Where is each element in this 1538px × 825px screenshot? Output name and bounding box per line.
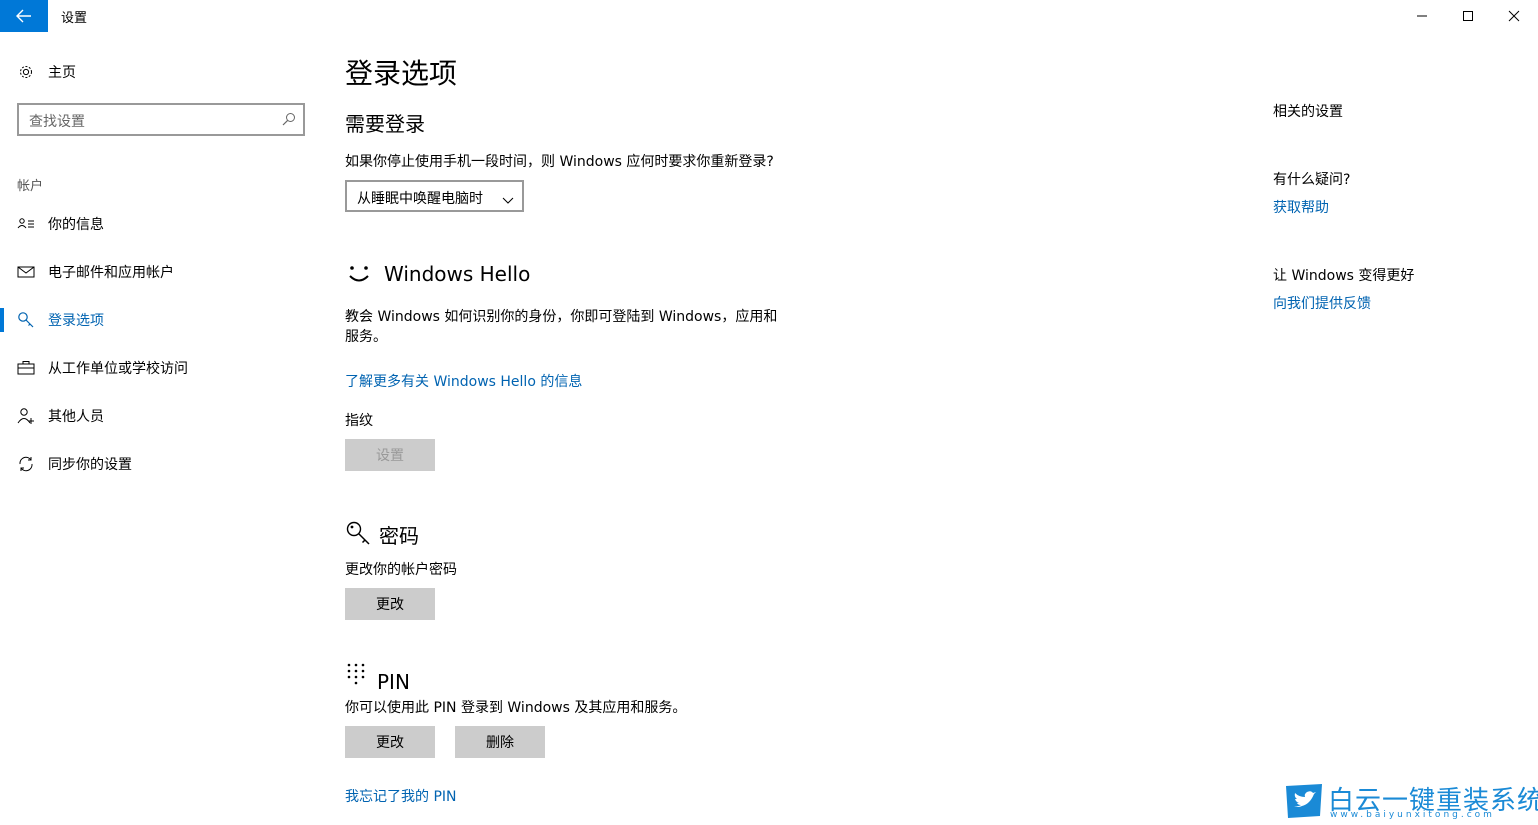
maximize-icon (1463, 11, 1473, 21)
sidebar-item-label: 从工作单位或学校访问 (48, 361, 188, 377)
improve-windows-heading: 让 Windows 变得更好 (1273, 268, 1415, 284)
chevron-down-icon (502, 190, 514, 209)
keypad-icon (347, 663, 367, 689)
sidebar-item-label: 你的信息 (48, 217, 104, 233)
person-card-icon (17, 215, 35, 233)
arrow-left-icon (16, 9, 31, 23)
pin-description: 你可以使用此 PIN 登录到 Windows 及其应用和服务。 (345, 700, 687, 716)
hello-heading: Windows Hello (384, 262, 531, 286)
sync-icon (17, 455, 35, 473)
require-signin-heading: 需要登录 (345, 112, 425, 136)
maximize-button[interactable] (1445, 0, 1491, 32)
watermark-logo: 白云一键重装系统 www.baiyunxitong.com (1284, 780, 1538, 822)
minimize-button[interactable] (1399, 0, 1445, 32)
sidebar-item-sync[interactable]: 同步你的设置 (0, 444, 320, 484)
window-title: 设置 (61, 11, 88, 26)
pin-heading: PIN (377, 670, 410, 694)
back-button[interactable] (0, 0, 48, 32)
sidebar-item-label: 登录选项 (48, 313, 104, 329)
gear-icon (17, 63, 35, 81)
sidebar-item-label: 电子邮件和应用帐户 (48, 265, 174, 281)
require-signin-dropdown[interactable]: 从睡眠中唤醒电脑时 (345, 180, 524, 212)
password-heading: 密码 (379, 524, 419, 548)
hello-learn-more-link[interactable]: 了解更多有关 Windows Hello 的信息 (345, 371, 582, 391)
search-input[interactable]: 查找设置 (17, 103, 305, 136)
sidebar-item-your-info[interactable]: 你的信息 (0, 204, 320, 244)
feedback-link[interactable]: 向我们提供反馈 (1273, 293, 1371, 313)
password-key-icon (345, 520, 371, 550)
get-help-link[interactable]: 获取帮助 (1273, 197, 1329, 217)
title-bar: 设置 (0, 0, 1538, 32)
sidebar-item-label: 同步你的设置 (48, 457, 132, 473)
watermark-subtitle: www.baiyunxitong.com (1330, 810, 1495, 820)
page-title: 登录选项 (345, 57, 458, 90)
active-indicator (0, 308, 4, 332)
password-change-button[interactable]: 更改 (345, 588, 435, 620)
key-icon (17, 311, 35, 329)
sidebar-group-label: 帐户 (17, 179, 44, 194)
minimize-icon (1417, 15, 1427, 17)
close-button[interactable] (1491, 0, 1537, 32)
pin-change-button[interactable]: 更改 (345, 726, 435, 758)
smiley-icon (345, 262, 373, 290)
sidebar-item-work-school[interactable]: 从工作单位或学校访问 (0, 348, 320, 388)
dropdown-value: 从睡眠中唤醒电脑时 (357, 191, 483, 207)
fingerprint-label: 指纹 (345, 413, 373, 429)
fingerprint-setup-button[interactable]: 设置 (345, 439, 435, 471)
sidebar-home[interactable]: 主页 (0, 52, 320, 92)
search-icon (281, 111, 297, 131)
require-signin-question: 如果你停止使用手机一段时间，则 Windows 应何时要求你重新登录? (345, 154, 774, 170)
pin-remove-button[interactable]: 删除 (455, 726, 545, 758)
forgot-pin-link[interactable]: 我忘记了我的 PIN (345, 786, 457, 806)
close-icon (1508, 10, 1520, 22)
person-add-icon (17, 407, 35, 425)
sidebar-item-label: 其他人员 (48, 409, 104, 425)
related-settings-heading: 相关的设置 (1273, 104, 1343, 120)
hello-description: 教会 Windows 如何识别你的身份，你即可登陆到 Windows，应用和服务… (345, 309, 778, 345)
sidebar-item-signin-options[interactable]: 登录选项 (0, 300, 320, 340)
password-description: 更改你的帐户密码 (345, 562, 457, 578)
sidebar-item-email[interactable]: 电子邮件和应用帐户 (0, 252, 320, 292)
question-heading: 有什么疑问? (1273, 172, 1351, 188)
sidebar-item-other-people[interactable]: 其他人员 (0, 396, 320, 436)
sidebar-home-label: 主页 (48, 65, 76, 81)
search-placeholder: 查找设置 (29, 114, 85, 130)
briefcase-icon (17, 359, 35, 377)
mail-icon (17, 263, 35, 281)
bird-logo-icon (1286, 784, 1322, 818)
